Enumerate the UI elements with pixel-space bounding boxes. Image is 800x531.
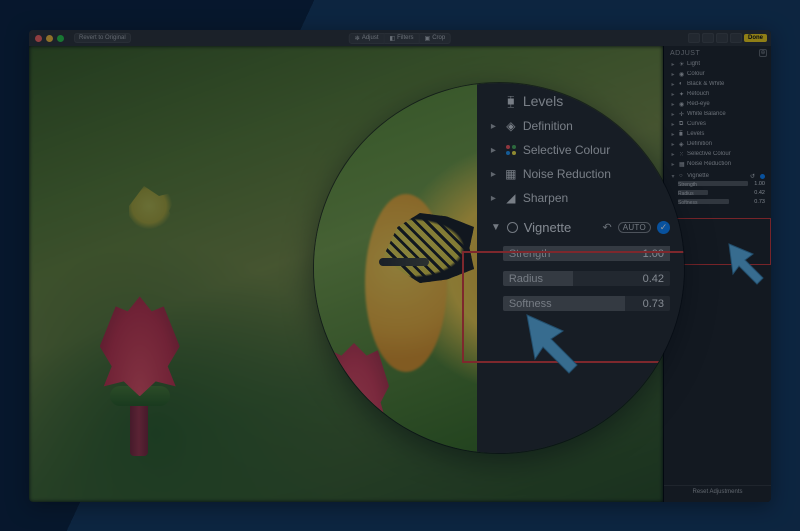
close-window-button[interactable] [35, 35, 42, 42]
tab-filters[interactable]: ◧Filters [385, 33, 420, 44]
sharpen-icon: ◢ [505, 192, 517, 204]
toolbar-button-2[interactable] [702, 33, 714, 43]
mode-tabs: ✻Adjust ◧Filters ▣Crop [349, 33, 451, 44]
zoom-row-definition[interactable]: ▸◈ Definition [477, 114, 684, 138]
zoom-row-sharpen[interactable]: ▸◢ Sharpen [477, 186, 684, 210]
undo-icon[interactable]: ↶ [603, 221, 612, 234]
toolbar-button-3[interactable] [716, 33, 728, 43]
levels-icon: ⧯ [505, 95, 517, 107]
reset-adjustments-button[interactable]: Reset Adjustments [664, 485, 771, 498]
zoom-panel: ⧯ Levels ▸◈ Definition ▸ Selective Colou… [477, 83, 684, 453]
app-window: Revert to Original ✻Adjust ◧Filters ▣Cro… [29, 30, 771, 502]
zoom-vignette-section: ▼ Vignette ↶ AUTO ✓ Strength 1.00 [477, 214, 684, 314]
done-button[interactable]: Done [744, 34, 767, 42]
sidebar-title: ADJUST [664, 46, 771, 59]
fullscreen-window-button[interactable] [57, 35, 64, 42]
noise-reduction-icon: ▦ [505, 168, 517, 180]
revert-button[interactable]: Revert to Original [74, 33, 131, 43]
vignette-icon [507, 222, 518, 233]
flower-shape [80, 276, 200, 456]
tab-adjust[interactable]: ✻Adjust [349, 33, 385, 44]
slider-radius[interactable]: Radius 0.42 [503, 267, 670, 289]
zoom-row-selective[interactable]: ▸ Selective Colour [477, 138, 684, 162]
add-adjustment-button[interactable]: ⊕ [759, 49, 767, 57]
titlebar-right: Done [688, 33, 767, 43]
zoom-row-noise[interactable]: ▸▦ Noise Reduction [477, 162, 684, 186]
zoom-callout: ⧯ Levels ▸◈ Definition ▸ Selective Colou… [314, 83, 684, 453]
auto-button[interactable]: AUTO [618, 222, 651, 233]
zoom-row-levels[interactable]: ⧯ Levels [477, 91, 684, 114]
enabled-check-icon[interactable]: ✓ [657, 221, 670, 234]
titlebar: Revert to Original ✻Adjust ◧Filters ▣Cro… [29, 30, 771, 46]
toolbar-button-1[interactable] [688, 33, 700, 43]
window-controls [35, 35, 64, 42]
sidebar-item-colour[interactable]: ▸◉Colour [664, 69, 771, 79]
slider-strength[interactable]: Strength 1.00 [503, 242, 670, 264]
slider-softness[interactable]: Softness 0.73 [503, 292, 670, 314]
toolbar-button-4[interactable] [730, 33, 742, 43]
zoom-vignette-header[interactable]: ▼ Vignette ↶ AUTO ✓ [477, 214, 684, 239]
minimize-window-button[interactable] [46, 35, 53, 42]
selective-colour-icon [505, 144, 517, 156]
definition-icon: ◈ [505, 120, 517, 132]
zoom-photo-area [314, 83, 484, 453]
sidebar-item-light[interactable]: ▸☀Light [664, 59, 771, 69]
tab-crop[interactable]: ▣Crop [420, 33, 452, 44]
